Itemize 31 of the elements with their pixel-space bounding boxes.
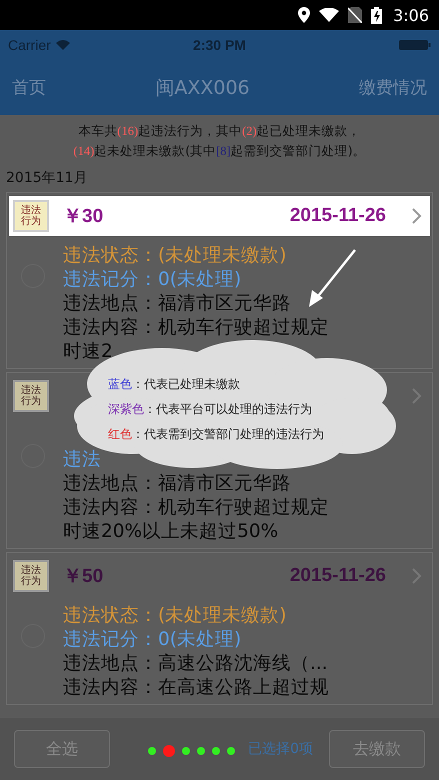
violation-detail: 违法状态：(未处理未缴款) xyxy=(63,244,288,268)
fine-amount: ￥30 xyxy=(63,205,104,229)
violation-detail: 违法 xyxy=(63,448,102,472)
page-title: 闽AXX006 xyxy=(155,76,250,100)
legend-line: 蓝色：代表已处理未缴款 xyxy=(108,376,241,393)
violation-detail: 违法状态：(未处理未缴款) xyxy=(63,604,288,628)
violation-detail: 违法记分：0(未处理) xyxy=(63,628,242,652)
fine-amount: ￥50 xyxy=(63,565,104,589)
legend-line: 深紫色：代表平台可以处理的违法行为 xyxy=(108,401,313,418)
violation-badge: 违法行为 xyxy=(13,380,49,412)
selected-count: 已选择0项 xyxy=(248,740,313,758)
carrier-label: Carrier xyxy=(8,37,51,53)
violation-detail: 违法记分：0(未处理) xyxy=(63,268,242,292)
month-header: 2015年11月 xyxy=(5,169,88,188)
legend-line: 红色：代表需到交警部门处理的违法行为 xyxy=(108,426,324,443)
violation-badge: 违法行为 xyxy=(13,200,49,232)
violation-detail: 时速2 xyxy=(63,340,114,364)
clock-time: 3:06 xyxy=(393,6,429,24)
violation-detail: 违法内容：机动车行驶超过规定 xyxy=(63,496,329,520)
clock-time: 2:30 PM xyxy=(192,37,247,53)
violation-detail: 违法内容：机动车行驶超过规定 xyxy=(63,316,329,340)
summary-text: 本车共(16)起违法行为，其中(2)起已处理未缴款， xyxy=(78,122,361,140)
violation-detail: 违法地点：高速公路沈海线（... xyxy=(63,652,329,676)
violation-detail: 违法地点：福清市区元华路 xyxy=(63,292,292,316)
violation-detail: 违法内容：在高速公路上超过规 xyxy=(63,676,329,700)
violation-date: 2015-11-26 xyxy=(290,205,386,227)
violation-date: 2015-11-26 xyxy=(290,565,386,587)
violation-detail: 违法地点：福清市区元华路 xyxy=(63,472,292,496)
violation-detail: 时速20%以上未超过50% xyxy=(63,520,280,544)
violation-badge: 违法行为 xyxy=(13,560,49,592)
summary-text: (14)起未处理未缴款(其中[8]起需到交警部门处理)。 xyxy=(73,142,366,160)
